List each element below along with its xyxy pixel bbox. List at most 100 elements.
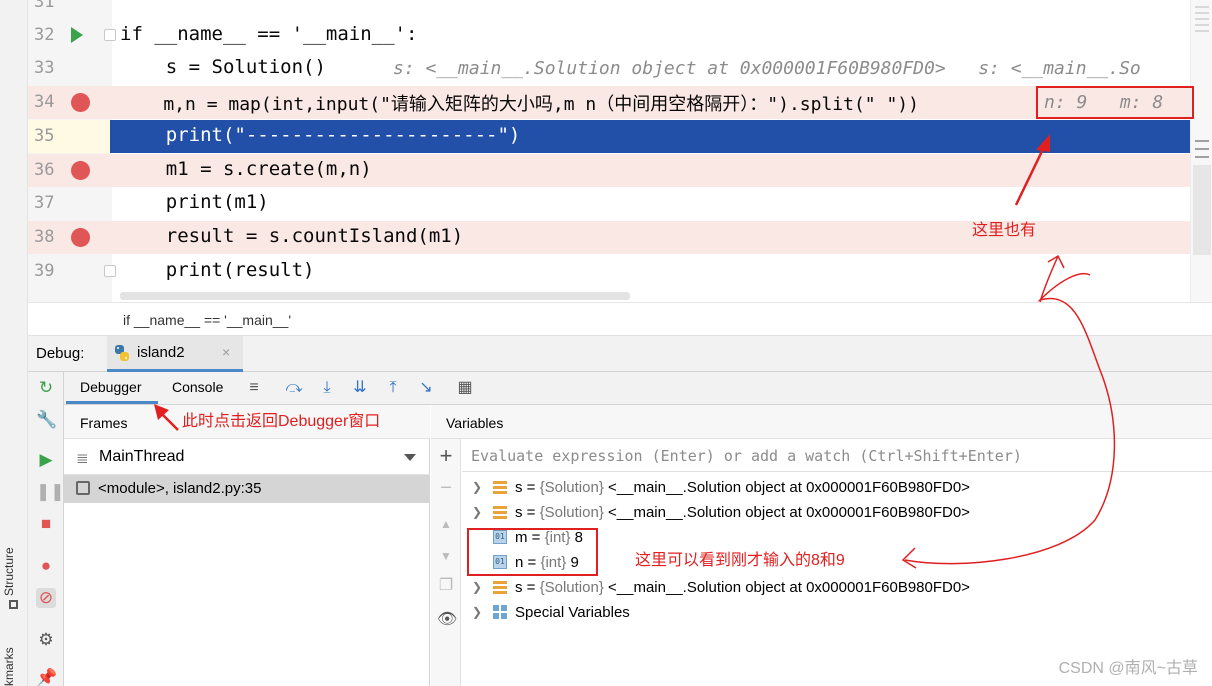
breakpoint-icon[interactable]: [71, 93, 90, 112]
bookmarks-side-tab[interactable]: kmarks: [2, 647, 16, 686]
evaluate-expression-icon[interactable]: ▦: [454, 377, 476, 399]
thread-selector[interactable]: ≣ MainThread: [64, 439, 430, 475]
code-text: m1 = s.create(m,n): [120, 158, 372, 180]
move-up-icon[interactable]: ▲: [437, 515, 455, 533]
variable-row[interactable]: ❯ s = {Solution} <__main__.Solution obje…: [462, 576, 1212, 601]
wrench-icon[interactable]: 🔧: [36, 410, 57, 430]
debug-action-toolbar: ↻ 🔧 ▶ ❚❚ ■ ● ⊘ ⚙ 📌: [28, 372, 65, 686]
breakpoint-icon[interactable]: [71, 161, 90, 180]
variable-row[interactable]: ❯ s = {Solution} <__main__.Solution obje…: [462, 501, 1212, 526]
mute-breakpoints-icon[interactable]: ⊘: [36, 588, 56, 608]
annotation-see-values: 这里可以看到刚才输入的8和9: [635, 552, 845, 569]
code-text: print(m1): [120, 191, 269, 213]
stop-icon[interactable]: ■: [36, 514, 56, 534]
chevron-right-icon[interactable]: ❯: [472, 480, 482, 494]
fold-marker-icon[interactable]: [104, 29, 116, 41]
move-down-icon[interactable]: ▼: [437, 547, 455, 565]
code-text: m,n = map(int,input("请输入矩阵的大小吗,m n（中间用空格…: [120, 94, 919, 115]
variables-toolbar: + − ▲ ▼ ❐ 👁: [431, 439, 461, 686]
annotation-back-to-debugger: 此时点击返回Debugger窗口: [182, 413, 381, 430]
eye-icon[interactable]: 👁: [437, 611, 457, 629]
chevron-right-icon[interactable]: ❯: [472, 605, 482, 619]
evaluate-expression-input[interactable]: Evaluate expression (Enter) or add a wat…: [462, 439, 1212, 472]
chevron-down-icon[interactable]: [404, 454, 416, 461]
rerun-icon[interactable]: ↻: [36, 378, 56, 398]
copy-icon[interactable]: ❐: [437, 577, 455, 595]
annotation-box-variables: [467, 528, 598, 576]
annotation-box-inline-values: [1036, 86, 1194, 119]
line-number: 39: [34, 261, 55, 281]
thread-icon: ≣: [76, 450, 89, 467]
breadcrumb[interactable]: if __name__ == '__main__': [28, 302, 1212, 336]
fold-marker-icon[interactable]: [104, 265, 116, 277]
structure-icon: [9, 600, 18, 609]
structure-side-tab[interactable]: Structure: [2, 547, 16, 596]
object-icon: [493, 480, 507, 494]
close-icon[interactable]: ×: [222, 344, 230, 360]
resume-icon[interactable]: ▶: [36, 450, 56, 470]
active-tab-indicator: [66, 401, 158, 404]
frames-title: Frames: [80, 415, 128, 431]
show-execution-point-icon[interactable]: ≡: [243, 377, 265, 399]
annotation-also-here: 这里也有: [972, 222, 1037, 239]
run-gutter-icon[interactable]: [71, 27, 83, 43]
code-line-39[interactable]: 39 print(result): [28, 255, 1202, 288]
variable-text: s = {Solution} <__main__.Solution object…: [515, 504, 970, 521]
line-number: 31: [34, 0, 55, 12]
variables-header: Variables: [431, 405, 1212, 439]
pause-icon[interactable]: ❚❚: [36, 482, 65, 502]
variable-row[interactable]: ❯ s = {Solution} <__main__.Solution obje…: [462, 476, 1212, 501]
view-breakpoints-icon[interactable]: ●: [36, 556, 56, 576]
special-variables-icon: [493, 605, 507, 619]
code-line-31[interactable]: 31: [28, 0, 1202, 19]
step-out-icon[interactable]: ⤒: [382, 377, 404, 399]
code-line-32[interactable]: 32 if __name__ == '__main__':: [28, 19, 1202, 52]
code-editor[interactable]: 31 32 if __name__ == '__main__': 33 s = …: [0, 0, 1212, 302]
thread-label: MainThread: [99, 448, 185, 465]
pin-icon[interactable]: 📌: [36, 668, 57, 686]
run-to-cursor-icon[interactable]: ↘: [415, 377, 437, 399]
code-text: print("----------------------"): [120, 124, 521, 146]
debug-title: Debug:: [36, 345, 85, 362]
chevron-right-icon[interactable]: ❯: [472, 505, 482, 519]
code-line-35: print("----------------------"): [28, 120, 1202, 153]
line-number: 33: [34, 58, 55, 78]
frame-icon: [76, 481, 90, 495]
inline-debug-value: s: <__main__.Solution object at 0x000001…: [393, 58, 1141, 79]
editor-scrollbar-gutter[interactable]: [1190, 0, 1212, 302]
watermark: CSDN @南风~古草: [1058, 660, 1198, 677]
tab-console[interactable]: Console: [172, 379, 223, 395]
gear-icon[interactable]: ⚙: [36, 630, 56, 650]
breakpoint-icon[interactable]: [71, 228, 90, 247]
tab-debugger[interactable]: Debugger: [80, 379, 142, 395]
code-line-34[interactable]: 34 m,n = map(int,input("请输入矩阵的大小吗,m n（中间…: [28, 86, 1202, 119]
frames-panel: Frames ≣ MainThread <module>, island2.py…: [64, 405, 430, 686]
chevron-right-icon[interactable]: ❯: [472, 580, 482, 594]
add-watch-icon[interactable]: +: [437, 445, 455, 467]
eval-placeholder: Evaluate expression (Enter) or add a wat…: [471, 447, 1022, 465]
step-into-icon[interactable]: ⤓: [316, 377, 338, 399]
code-text: if __name__ == '__main__':: [120, 23, 418, 45]
variable-text: Special Variables: [515, 604, 630, 621]
step-into-my-code-icon[interactable]: ⇊: [349, 377, 371, 399]
code-text: result = s.countIsland(m1): [120, 225, 464, 247]
breadcrumb-item[interactable]: if __name__ == '__main__': [123, 312, 291, 328]
object-icon: [493, 505, 507, 519]
frame-label: <module>, island2.py:35: [98, 480, 262, 497]
variable-text: s = {Solution} <__main__.Solution object…: [515, 479, 970, 496]
horizontal-scrollbar[interactable]: [120, 292, 630, 300]
step-over-icon[interactable]: ⤼: [283, 377, 305, 399]
variable-text: s = {Solution} <__main__.Solution object…: [515, 579, 970, 596]
debug-tool-window-header: Debug: island2 ×: [28, 336, 1212, 372]
code-text: print(result): [120, 259, 315, 281]
object-icon: [493, 580, 507, 594]
code-text: s = Solution(): [120, 56, 326, 78]
line-number: 37: [34, 193, 55, 213]
remove-watch-icon[interactable]: −: [437, 478, 455, 498]
code-line-33[interactable]: 33 s = Solution() s: <__main__.Solution …: [28, 52, 1202, 85]
debug-session-tab[interactable]: island2 ×: [107, 336, 243, 372]
special-variables-row[interactable]: ❯ Special Variables: [462, 601, 1212, 626]
debugger-tab-bar: Debugger Console ≡ ⤼ ⤓ ⇊ ⤒ ↘ ▦: [64, 372, 1212, 405]
code-line-36[interactable]: 36 m1 = s.create(m,n): [28, 154, 1202, 187]
frame-item[interactable]: <module>, island2.py:35: [64, 475, 430, 503]
